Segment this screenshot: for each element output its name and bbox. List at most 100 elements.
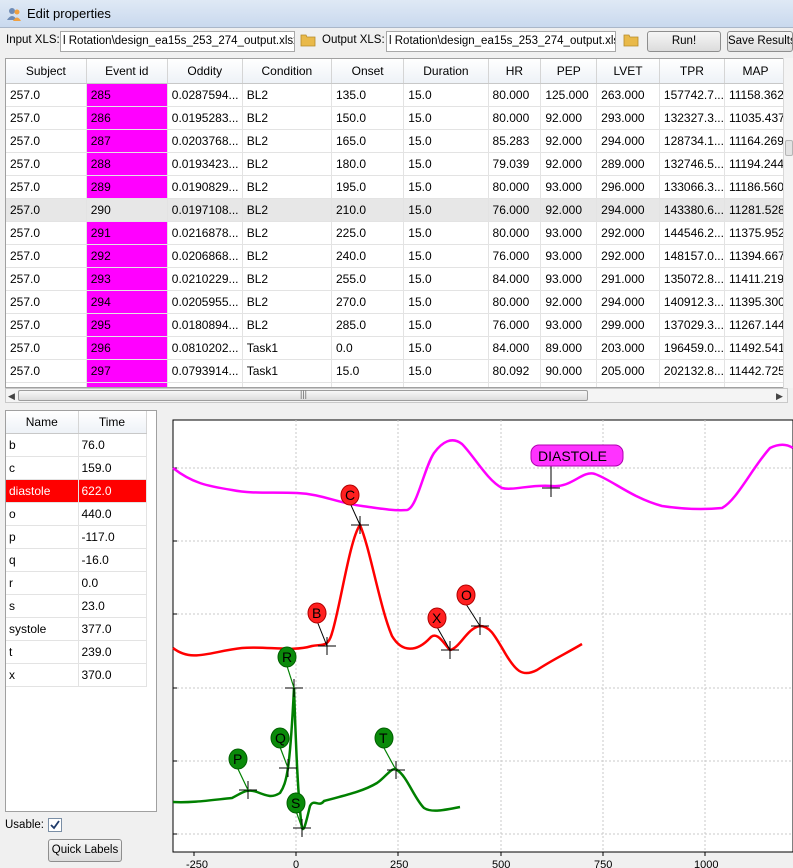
label-cell[interactable]: 622.0 xyxy=(78,479,147,503)
label-row[interactable]: q -16.0 xyxy=(6,548,147,572)
label-cell[interactable]: q xyxy=(6,548,79,572)
label-cell[interactable]: -16.0 xyxy=(78,548,147,572)
table-cell[interactable]: 150.0 xyxy=(331,106,405,130)
quick-labels-button[interactable]: Quick Labels xyxy=(48,839,122,862)
table-cell[interactable]: BL2 xyxy=(242,244,333,268)
table-cell[interactable]: 285 xyxy=(86,83,168,107)
column-header[interactable]: Duration xyxy=(403,59,489,84)
table-cell[interactable]: 15.0 xyxy=(403,359,489,383)
b-marker[interactable]: B xyxy=(307,602,327,624)
table-cell[interactable]: 293 xyxy=(86,267,168,291)
table-cell[interactable]: 92.000 xyxy=(540,198,598,222)
table-cell[interactable]: 295 xyxy=(86,313,168,337)
table-cell[interactable]: 0.0195283... xyxy=(167,106,243,130)
table-cell[interactable]: 11194.244 xyxy=(724,152,787,176)
label-cell[interactable]: diastole xyxy=(6,479,79,503)
label-cell[interactable]: 440.0 xyxy=(78,502,147,526)
label-row[interactable]: systole 377.0 xyxy=(6,617,147,641)
table-cell[interactable]: 11158.362 xyxy=(724,83,787,107)
table-cell[interactable]: 291.000 xyxy=(596,267,660,291)
table-cell[interactable]: BL2 xyxy=(242,83,333,107)
table-cell[interactable]: 80.000 xyxy=(488,175,542,199)
table-cell[interactable]: 15.0 xyxy=(403,290,489,314)
table-cell[interactable]: 0.0206868... xyxy=(167,244,243,268)
table-cell[interactable]: 257.0 xyxy=(6,244,87,268)
table-cell[interactable]: 0.0 xyxy=(331,336,405,360)
table-cell[interactable]: 257.0 xyxy=(6,221,87,245)
label-row[interactable]: t 239.0 xyxy=(6,640,147,664)
diastole-marker[interactable]: DIASTOLE xyxy=(530,444,624,467)
table-cell[interactable]: BL2 xyxy=(242,106,333,130)
table-cell[interactable]: 15.0 xyxy=(403,175,489,199)
table-cell[interactable]: 11281.528 xyxy=(724,198,787,222)
label-cell[interactable]: s xyxy=(6,594,79,618)
table-cell[interactable]: 257.0 xyxy=(6,267,87,291)
table-cell[interactable]: 294.000 xyxy=(596,129,660,153)
table-cell[interactable]: 257.0 xyxy=(6,175,87,199)
table-cell[interactable]: 80.092 xyxy=(488,359,542,383)
table-cell[interactable]: 135072.8... xyxy=(659,267,725,291)
table-cell[interactable]: 257.0 xyxy=(6,129,87,153)
table-cell[interactable]: 294 xyxy=(86,290,168,314)
table-cell[interactable]: 257.0 xyxy=(6,83,87,107)
table-cell[interactable]: 15.0 xyxy=(403,106,489,130)
table-cell[interactable]: 92.000 xyxy=(540,129,598,153)
table-cell[interactable]: 225.0 xyxy=(331,221,405,245)
save-results-button[interactable]: Save Results xyxy=(727,31,793,52)
table-cell[interactable]: 157742.7... xyxy=(659,83,725,107)
table-cell[interactable]: BL2 xyxy=(242,313,333,337)
table-cell[interactable]: 80.000 xyxy=(488,290,542,314)
table-cell[interactable]: 11442.725 xyxy=(724,359,787,383)
table-cell[interactable]: 293.000 xyxy=(596,106,660,130)
table-cell[interactable]: 15.0 xyxy=(403,221,489,245)
table-cell[interactable]: 203.000 xyxy=(596,336,660,360)
table-cell[interactable]: 257.0 xyxy=(6,290,87,314)
table-cell[interactable]: 0.0197108... xyxy=(167,198,243,222)
column-header[interactable]: Oddity xyxy=(167,59,243,84)
table-cell[interactable]: 89.000 xyxy=(540,336,598,360)
table-cell[interactable]: 133066.3... xyxy=(659,175,725,199)
table-cell[interactable]: 290 xyxy=(86,198,168,222)
table-cell[interactable]: 240.0 xyxy=(331,244,405,268)
x-marker[interactable]: X xyxy=(427,607,447,629)
table-cell[interactable]: 287 xyxy=(86,129,168,153)
column-header[interactable]: Time xyxy=(78,411,147,434)
table-cell[interactable]: 291 xyxy=(86,221,168,245)
table-cell[interactable]: 0.0210229... xyxy=(167,267,243,291)
table-cell[interactable]: 15.0 xyxy=(403,336,489,360)
table-cell[interactable]: BL2 xyxy=(242,198,333,222)
table-cell[interactable]: 255.0 xyxy=(331,267,405,291)
label-row[interactable]: diastole 622.0 xyxy=(6,479,147,503)
table-row[interactable]: 257.0 294 0.0205955... BL2 270.0 15.0 80.000 92… xyxy=(6,290,787,314)
column-header[interactable]: PEP xyxy=(540,59,598,84)
q-marker[interactable]: Q xyxy=(270,727,290,749)
usable-checkbox[interactable] xyxy=(48,818,62,832)
label-cell[interactable]: 0.0 xyxy=(78,571,147,595)
table-row[interactable]: 257.0 288 0.0193423... BL2 180.0 15.0 79.039 92… xyxy=(6,152,787,176)
table-cell[interactable]: 85.283 xyxy=(488,129,542,153)
p-marker[interactable]: P xyxy=(228,748,248,770)
table-cell[interactable]: 80.000 xyxy=(488,83,542,107)
table-cell[interactable]: 132327.3... xyxy=(659,106,725,130)
table-cell[interactable]: 11411.219 xyxy=(724,267,787,291)
table-cell[interactable]: 257.0 xyxy=(6,313,87,337)
table-cell[interactable]: 289.000 xyxy=(596,152,660,176)
column-header[interactable]: Onset xyxy=(331,59,405,84)
table-cell[interactable]: 196459.0... xyxy=(659,336,725,360)
table-cell[interactable]: 165.0 xyxy=(331,129,405,153)
label-cell[interactable]: t xyxy=(6,640,79,664)
output-xls-field[interactable]: l Rotation\design_ea15s_253_274_output.x… xyxy=(386,31,616,52)
table-cell[interactable]: 296 xyxy=(86,336,168,360)
input-xls-field[interactable]: l Rotation\design_ea15s_253_274_output.x… xyxy=(60,31,295,52)
table-cell[interactable]: 15.0 xyxy=(331,359,405,383)
table-cell[interactable]: 92.000 xyxy=(540,152,598,176)
table-cell[interactable]: 11267.144 xyxy=(724,313,787,337)
column-header[interactable]: Subject xyxy=(6,59,87,84)
table-cell[interactable]: 195.0 xyxy=(331,175,405,199)
table-cell[interactable]: 0.0216878... xyxy=(167,221,243,245)
table-cell[interactable]: BL2 xyxy=(242,152,333,176)
table-cell[interactable]: 292.000 xyxy=(596,221,660,245)
table-cell[interactable]: 148157.0... xyxy=(659,244,725,268)
table-cell[interactable]: 285.0 xyxy=(331,313,405,337)
label-row[interactable]: b 76.0 xyxy=(6,433,147,457)
